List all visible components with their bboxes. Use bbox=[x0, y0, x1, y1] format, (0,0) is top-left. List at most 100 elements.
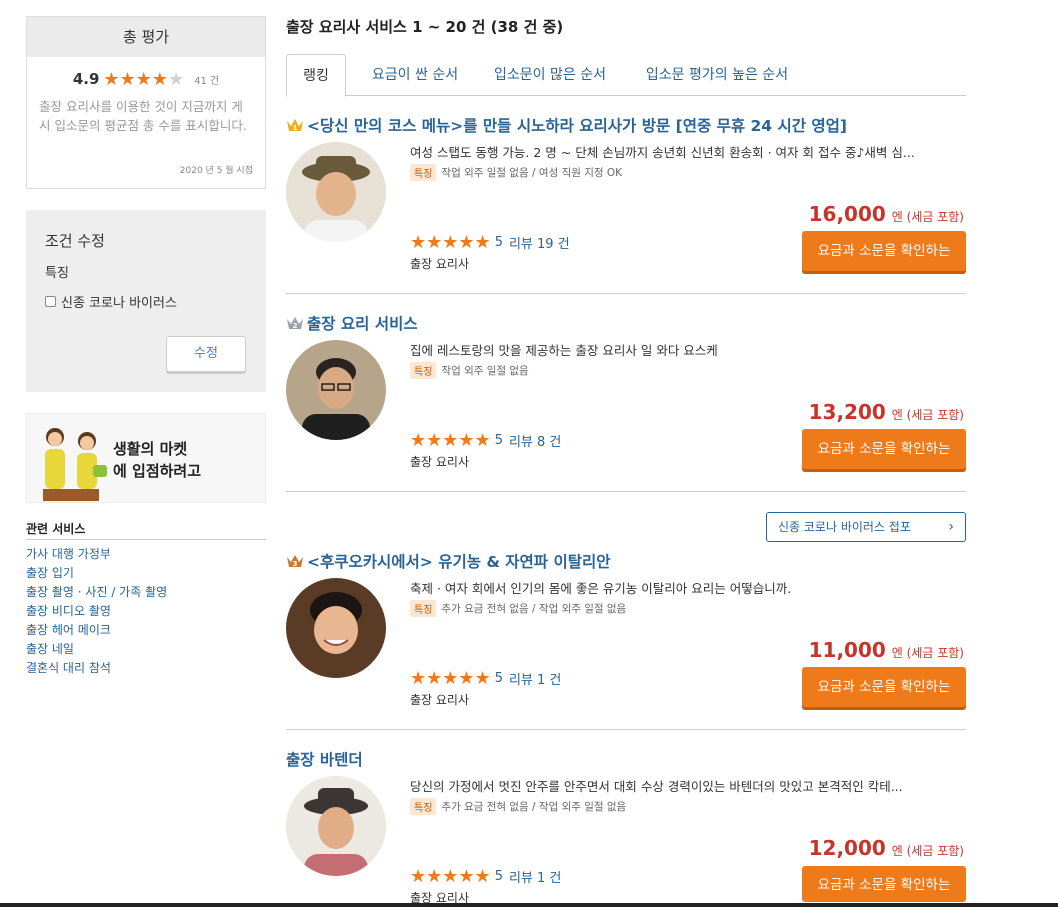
feature-tag: 특징 bbox=[410, 362, 437, 379]
listing-category: 출장 요리사 bbox=[410, 693, 470, 707]
people-illustration-icon bbox=[43, 428, 107, 501]
market-banner[interactable]: 생활의 마켓 에 입점하려고 bbox=[26, 413, 266, 503]
rank-2-crown-icon: 2 bbox=[287, 317, 303, 330]
related-link[interactable]: 출장 촬영 · 사진 / 가족 촬영 bbox=[26, 583, 167, 602]
sort-tabs: 랭킹 요금이 싼 순서 입소문이 많은 순서 입소문 평가의 높은 순서 bbox=[286, 54, 966, 97]
related-link[interactable]: 출장 헤어 메이크 bbox=[26, 621, 167, 640]
corona-checkbox[interactable]: 신종 코로나 바이러스 bbox=[45, 292, 177, 311]
listing-title[interactable]: 출장 바텐더 bbox=[286, 748, 363, 770]
listing-review: ★★★★★ 5 리뷰 8 건 bbox=[410, 430, 561, 451]
review-score: 5 bbox=[494, 235, 503, 250]
review-count-link[interactable]: 리뷰 1 건 bbox=[509, 867, 561, 886]
summary-count: 41 건 bbox=[194, 75, 220, 87]
listing-features: 특징 작업 외주 일절 없음 bbox=[410, 362, 529, 379]
chef-avatar[interactable] bbox=[286, 578, 386, 678]
listing-divider bbox=[286, 491, 966, 492]
feature-text: 작업 외주 일절 없음 bbox=[441, 365, 529, 377]
star-rating-icon: ★★★★★ bbox=[410, 668, 491, 689]
listing-divider bbox=[286, 729, 966, 730]
check-price-button[interactable]: 요금과 소문을 확인하는 bbox=[802, 667, 966, 707]
rating-summary-card: 총 평가 4.9 ★★★★★ 41 건 출장 요리사를 이용한 것이 지금까지 … bbox=[26, 16, 266, 189]
listing-divider bbox=[286, 293, 966, 294]
feature-text: 작업 외주 일절 없음 / 여성 직원 지정 OK bbox=[441, 167, 623, 179]
corona-info-link[interactable]: 신종 코로나 바이러스 접포 › bbox=[766, 512, 966, 542]
price-amount: 13,200 bbox=[808, 400, 886, 424]
review-score: 5 bbox=[494, 671, 503, 686]
related-services-title: 관련 서비스 bbox=[26, 522, 86, 536]
chevron-right-icon: › bbox=[948, 519, 954, 535]
svg-text:1: 1 bbox=[293, 124, 298, 132]
related-link[interactable]: 가사 대행 가정부 bbox=[26, 545, 167, 564]
filter-submit-button[interactable]: 수정 bbox=[166, 336, 246, 372]
related-link[interactable]: 출장 비디오 촬영 bbox=[26, 602, 167, 621]
star-icons: ★★★★ bbox=[103, 68, 168, 90]
feature-text: 추가 요금 전혀 없음 / 작업 외주 일절 없음 bbox=[441, 801, 627, 813]
listing-features: 특징 작업 외주 일절 없음 / 여성 직원 지정 OK bbox=[410, 164, 622, 181]
listing-description: 여성 스탭도 동행 가능. 2 명 ~ 단체 손님까지 송년회 신년회 환송회 … bbox=[410, 145, 915, 160]
price-unit: 엔 (세금 포함) bbox=[891, 646, 964, 660]
result-title: 출장 요리사 서비스 1 ~ 20 건 (38 건 중) bbox=[286, 18, 564, 36]
filter-title: 조건 수정 bbox=[45, 232, 105, 250]
review-count-link[interactable]: 리뷰 1 건 bbox=[509, 669, 561, 688]
chef-avatar[interactable] bbox=[286, 776, 386, 876]
check-price-button[interactable]: 요금과 소문을 확인하는 bbox=[802, 866, 966, 902]
price-unit: 엔 (세금 포함) bbox=[891, 844, 964, 858]
check-price-button[interactable]: 요금과 소문을 확인하는 bbox=[802, 429, 966, 469]
price-unit: 엔 (세금 포함) bbox=[891, 210, 964, 224]
listing-description: 집에 레스토랑의 맛을 제공하는 출장 요리사 일 와다 요스케 bbox=[410, 343, 718, 358]
listing-review: ★★★★★ 5 리뷰 19 건 bbox=[410, 232, 570, 253]
related-divider bbox=[26, 539, 266, 540]
corona-link-label: 신종 코로나 바이러스 접포 bbox=[778, 520, 911, 534]
listing-item: 1 <당신 만의 코스 메뉴>를 만들 시노하라 요리사가 방문 [연중 무휴 … bbox=[286, 114, 966, 274]
related-services-list: 가사 대행 가정부 출장 입기 출장 촬영 · 사진 / 가족 촬영 출장 비디… bbox=[26, 545, 167, 678]
listing-item: 3 <후쿠오카시에서> 유기농 & 자연파 이탈리안 축제 · 여자 회에서 인… bbox=[286, 550, 966, 710]
feature-text: 추가 요금 전혀 없음 / 작업 외주 일절 없음 bbox=[441, 603, 627, 615]
tab-price-low[interactable]: 요금이 싼 순서 bbox=[352, 54, 478, 96]
listing-item: 2 출장 요리 서비스 집에 레스토랑의 맛을 제공하는 출장 요리사 일 와다… bbox=[286, 312, 966, 472]
listing-review: ★★★★★ 5 리뷰 1 건 bbox=[410, 866, 561, 887]
tab-ranking[interactable]: 랭킹 bbox=[286, 54, 346, 97]
price-amount: 16,000 bbox=[808, 202, 886, 226]
review-count-link[interactable]: 리뷰 8 건 bbox=[509, 431, 561, 450]
listing-title[interactable]: 2 출장 요리 서비스 bbox=[286, 312, 418, 334]
star-rating-icon: ★★★★★ bbox=[410, 866, 491, 887]
listing-category: 출장 요리사 bbox=[410, 257, 470, 271]
listing-title[interactable]: 3 <후쿠오카시에서> 유기농 & 자연파 이탈리안 bbox=[286, 550, 611, 572]
banner-text: 생활의 마켓 에 입점하려고 bbox=[113, 438, 201, 482]
review-score: 5 bbox=[494, 869, 503, 884]
tab-review-rating[interactable]: 입소문 평가의 높은 순서 bbox=[632, 54, 802, 96]
check-price-button[interactable]: 요금과 소문을 확인하는 bbox=[802, 231, 966, 271]
summary-score: 4.9 bbox=[72, 70, 100, 88]
listing-price: 16,000 엔 (세금 포함) bbox=[809, 202, 964, 226]
feature-tag: 특징 bbox=[410, 798, 437, 815]
banner-line-1: 생활의 마켓 bbox=[113, 440, 188, 458]
rank-3-crown-icon: 3 bbox=[287, 555, 303, 568]
summary-title: 총 평가 bbox=[27, 17, 265, 57]
summary-rating: 4.9 ★★★★★ 41 건 bbox=[27, 68, 265, 90]
listing-price: 12,000 엔 (세금 포함) bbox=[809, 836, 964, 860]
feature-tag: 특징 bbox=[410, 164, 437, 181]
tab-review-count[interactable]: 입소문이 많은 순서 bbox=[480, 54, 620, 96]
listing-price: 13,200 엔 (세금 포함) bbox=[809, 400, 964, 424]
related-link[interactable]: 결혼식 대리 참석 bbox=[26, 659, 167, 678]
summary-description: 출장 요리사를 이용한 것이 지금까지 게시 입소문의 평균점 총 수를 표시합… bbox=[39, 99, 247, 133]
listing-features: 특징 추가 요금 전혀 없음 / 작업 외주 일절 없음 bbox=[410, 798, 626, 815]
banner-line-2: 에 입점하려고 bbox=[113, 462, 202, 480]
star-empty-icon: ★ bbox=[167, 68, 185, 90]
related-link[interactable]: 출장 네일 bbox=[26, 640, 167, 659]
price-amount: 11,000 bbox=[808, 638, 886, 662]
price-unit: 엔 (세금 포함) bbox=[891, 408, 964, 422]
review-score: 5 bbox=[494, 433, 503, 448]
listing-title-text[interactable]: 출장 요리 서비스 bbox=[307, 312, 418, 334]
listing-title-text[interactable]: <당신 만의 코스 메뉴>를 만들 시노하라 요리사가 방문 [연중 무휴 24… bbox=[307, 114, 847, 136]
listing-title[interactable]: 1 <당신 만의 코스 메뉴>를 만들 시노하라 요리사가 방문 [연중 무휴 … bbox=[286, 114, 847, 136]
checkbox-label: 신종 코로나 바이러스 bbox=[61, 296, 177, 311]
rank-1-crown-icon: 1 bbox=[287, 119, 303, 132]
review-count-link[interactable]: 리뷰 19 건 bbox=[509, 233, 570, 252]
related-link[interactable]: 출장 입기 bbox=[26, 564, 167, 583]
chef-avatar[interactable] bbox=[286, 340, 386, 440]
listing-title-text[interactable]: 출장 바텐더 bbox=[286, 748, 363, 770]
checkbox-icon[interactable] bbox=[45, 296, 56, 307]
listing-title-text[interactable]: <후쿠오카시에서> 유기농 & 자연파 이탈리안 bbox=[307, 550, 611, 572]
chef-avatar[interactable] bbox=[286, 142, 386, 242]
